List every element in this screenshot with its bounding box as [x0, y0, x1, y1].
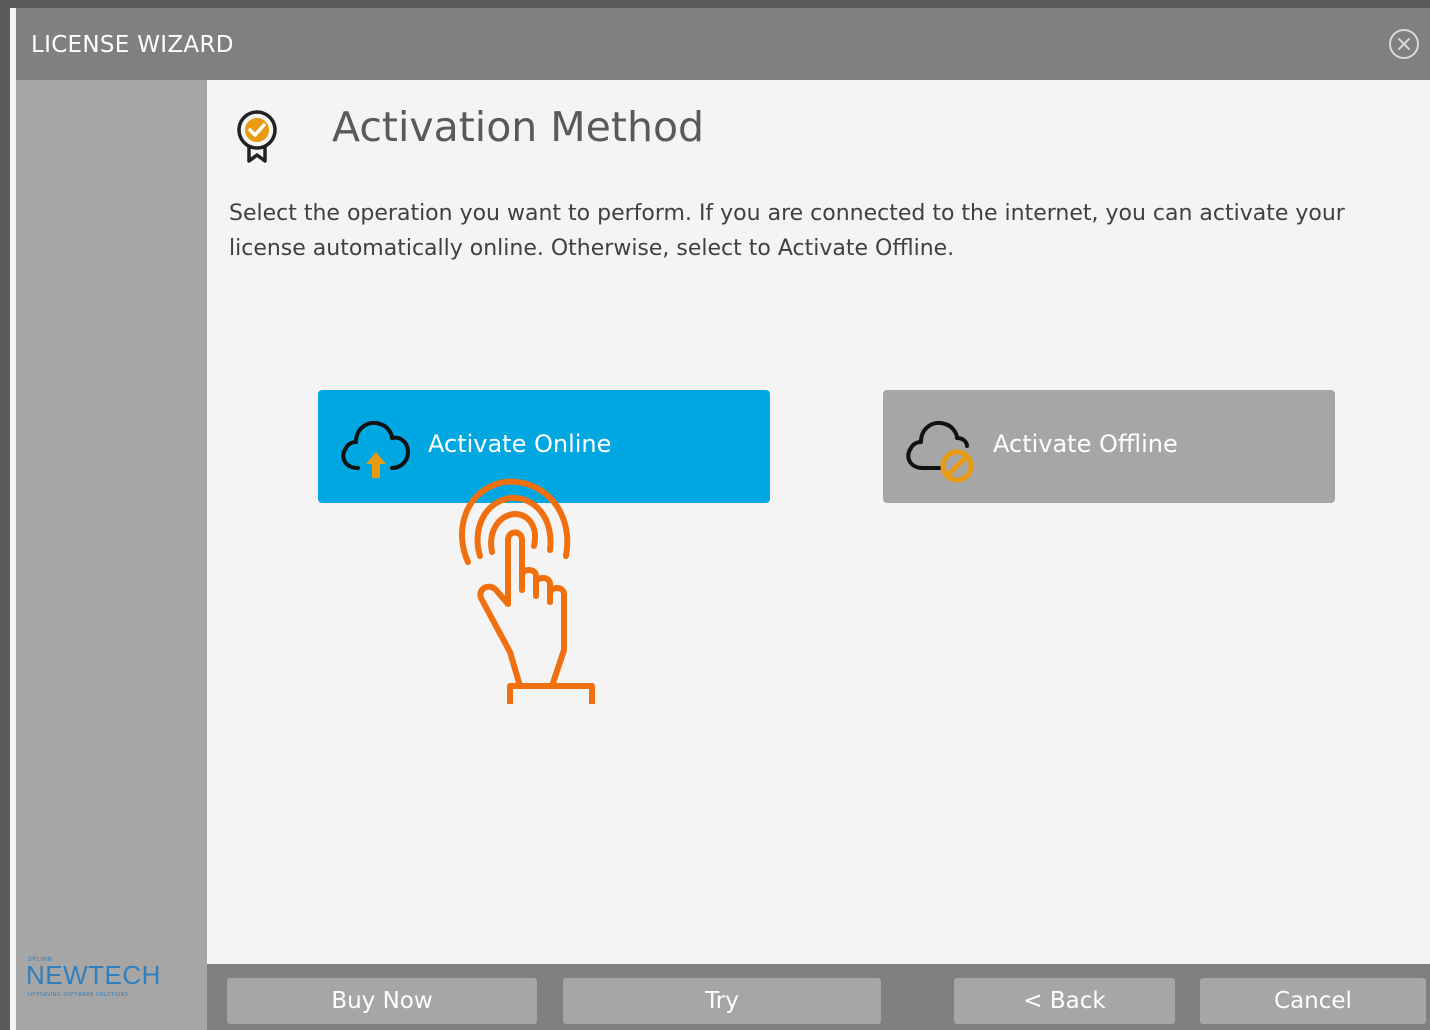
brand-name: NEWTECH	[26, 960, 161, 990]
license-wizard-window: LICENSE WIZARD SPLIHN NEWTECH LIFESAVING…	[10, 8, 1430, 1030]
footer-button-bar: Buy Now Try < Back Cancel	[207, 964, 1430, 1030]
try-button[interactable]: Try	[563, 978, 881, 1024]
window-title: LICENSE WIZARD	[31, 32, 234, 58]
brand-tagline: LIFESAVING SOFTWARE SOLUTIONS	[28, 992, 129, 998]
award-badge-check-icon	[232, 108, 282, 164]
cloud-upload-icon	[336, 406, 420, 486]
brand-logo: SPLIHN NEWTECH LIFESAVING SOFTWARE SOLUT…	[26, 956, 201, 1006]
buy-now-button[interactable]: Buy Now	[227, 978, 537, 1024]
cancel-button[interactable]: Cancel	[1200, 978, 1426, 1024]
close-icon[interactable]	[1388, 28, 1420, 60]
description-text: Select the operation you want to perform…	[229, 201, 1345, 261]
cloud-blocked-icon	[901, 406, 985, 486]
sidebar: SPLIHN NEWTECH LIFESAVING SOFTWARE SOLUT…	[16, 80, 207, 1030]
activate-offline-button[interactable]: Activate Offline	[883, 390, 1335, 503]
page-title: Activation Method	[332, 103, 705, 151]
back-button[interactable]: < Back	[954, 978, 1175, 1024]
activate-online-label: Activate Online	[428, 430, 612, 458]
title-bar: LICENSE WIZARD	[16, 8, 1430, 80]
tap-hand-icon	[446, 472, 596, 707]
activate-offline-label: Activate Offline	[993, 430, 1178, 458]
